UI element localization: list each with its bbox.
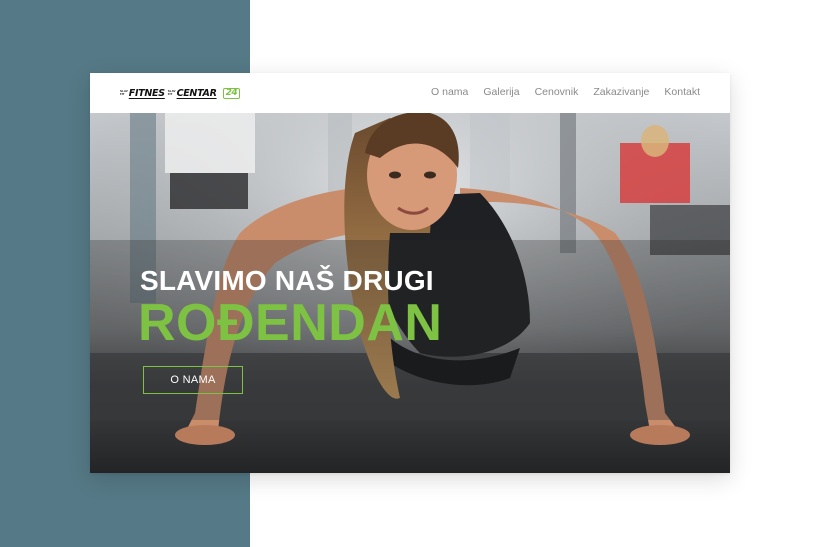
logo-tiny-text: SLAV FIT — [120, 88, 128, 96]
site-logo[interactable]: SLAV FIT FITNES SLAV FIT CENTAR 24 — [120, 86, 241, 100]
website-mockup: SLAV FIT FITNES SLAV FIT CENTAR 24 O nama … — [90, 73, 730, 473]
logo-tiny-text-2: SLAV FIT — [167, 88, 176, 96]
nav-link-kontakt[interactable]: Kontakt — [664, 86, 700, 98]
main-nav: O nama Galerija Cenovnik Zakazivanje Kon… — [431, 86, 700, 98]
nav-link-galerija[interactable]: Galerija — [483, 86, 519, 98]
nav-link-cenovnik[interactable]: Cenovnik — [535, 86, 579, 98]
logo-number-badge: 24 — [222, 87, 241, 99]
hero-section: SLAVIMO NAŠ DRUGI ROĐENDAN O NAMA — [90, 113, 730, 473]
logo-word-centar: CENTAR — [176, 87, 217, 99]
site-header: SLAV FIT FITNES SLAV FIT CENTAR 24 O nama … — [90, 73, 730, 113]
o-nama-button[interactable]: O NAMA — [143, 366, 243, 394]
nav-link-o-nama[interactable]: O nama — [431, 86, 468, 98]
hero-headline-highlight: ROĐENDAN — [138, 294, 443, 352]
nav-link-zakazivanje[interactable]: Zakazivanje — [593, 86, 649, 98]
logo-word-fitnes: FITNES — [128, 87, 165, 99]
